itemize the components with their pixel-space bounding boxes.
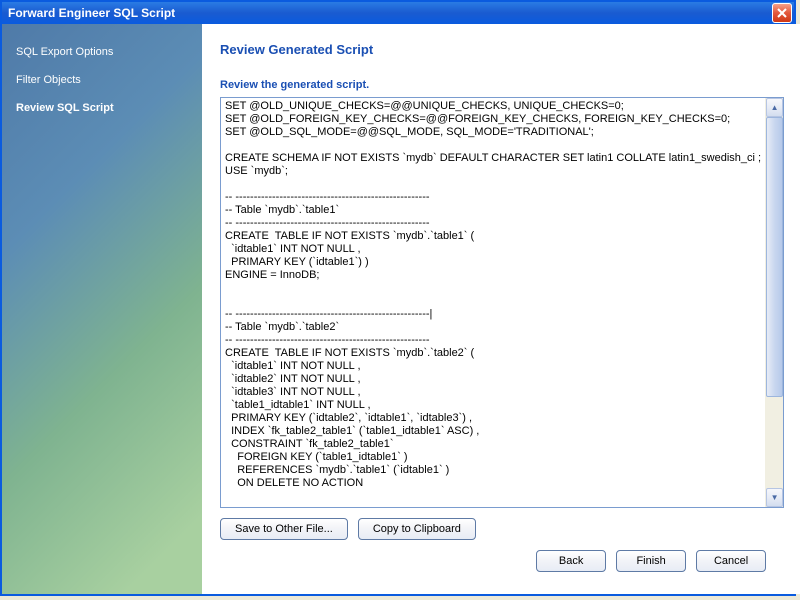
main-panel: Review Generated Script Review the gener… [202, 24, 800, 594]
sidebar: SQL Export Options Filter Objects Review… [2, 24, 202, 594]
sidebar-item-label: SQL Export Options [16, 46, 113, 58]
copy-to-clipboard-button[interactable]: Copy to Clipboard [358, 518, 476, 540]
wizard-window: Forward Engineer SQL Script SQL Export O… [0, 0, 796, 596]
chevron-down-icon: ▼ [771, 493, 779, 502]
scroll-up-button[interactable]: ▲ [766, 98, 783, 117]
sidebar-item-label: Filter Objects [16, 74, 81, 86]
chevron-up-icon: ▲ [771, 103, 779, 112]
titlebar[interactable]: Forward Engineer SQL Script [2, 2, 794, 24]
back-button[interactable]: Back [536, 550, 606, 572]
close-button[interactable] [772, 3, 792, 23]
finish-button[interactable]: Finish [616, 550, 686, 572]
save-to-file-button[interactable]: Save to Other File... [220, 518, 348, 540]
page-subheading: Review the generated script. [220, 79, 784, 91]
sidebar-item-review-sql-script[interactable]: Review SQL Script [2, 94, 202, 122]
close-icon [777, 8, 787, 18]
vertical-scrollbar[interactable]: ▲ ▼ [765, 98, 783, 507]
scrollbar-track[interactable] [766, 117, 783, 488]
script-textarea[interactable]: SET @OLD_UNIQUE_CHECKS=@@UNIQUE_CHECKS, … [221, 98, 765, 507]
wizard-footer: Back Finish Cancel [220, 540, 784, 584]
script-container: SET @OLD_UNIQUE_CHECKS=@@UNIQUE_CHECKS, … [220, 97, 784, 508]
cancel-button[interactable]: Cancel [696, 550, 766, 572]
script-button-row: Save to Other File... Copy to Clipboard [220, 508, 784, 540]
sidebar-item-sql-export-options[interactable]: SQL Export Options [2, 38, 202, 66]
scroll-down-button[interactable]: ▼ [766, 488, 783, 507]
wizard-body: SQL Export Options Filter Objects Review… [2, 24, 794, 594]
sidebar-item-label: Review SQL Script [16, 102, 114, 114]
scrollbar-thumb[interactable] [766, 117, 783, 397]
sidebar-item-filter-objects[interactable]: Filter Objects [2, 66, 202, 94]
window-title: Forward Engineer SQL Script [8, 6, 175, 20]
page-heading: Review Generated Script [220, 42, 784, 57]
